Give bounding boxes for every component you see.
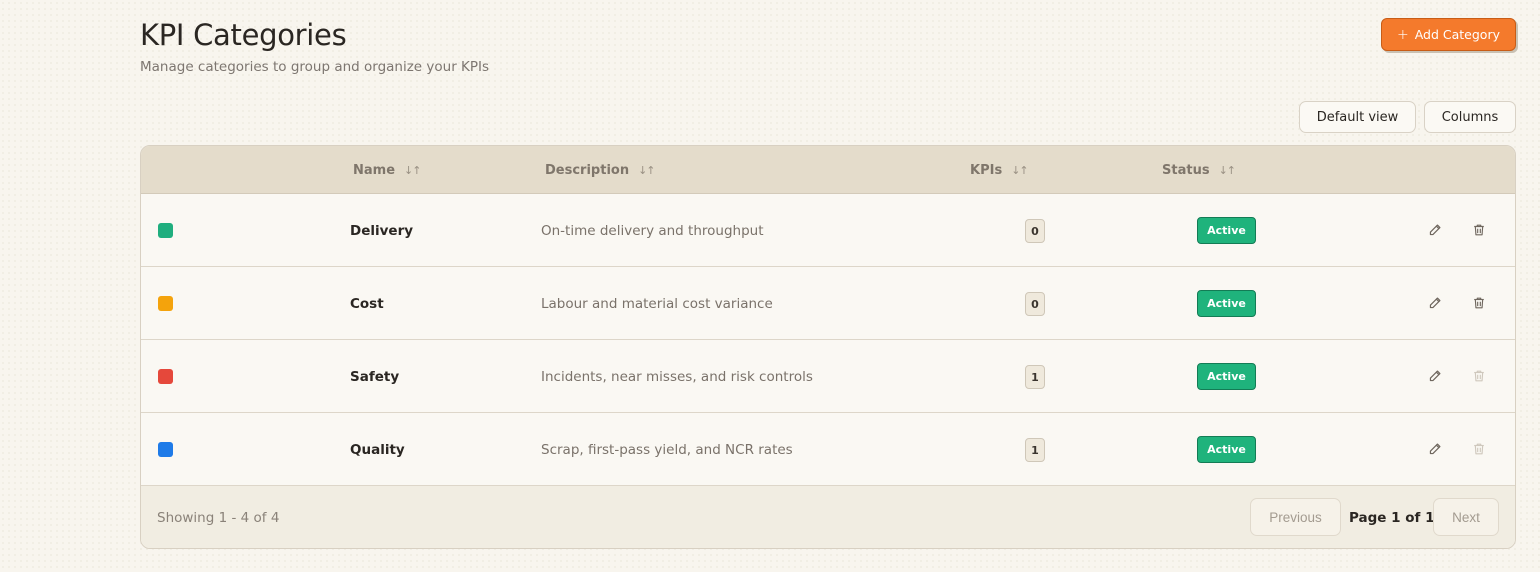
table-header: Name ↓↑ Description ↓↑ KPIs ↓↑ Status ↓↑ <box>141 146 1515 194</box>
column-header-description[interactable]: Description ↓↑ <box>545 146 656 194</box>
table-row: Delivery On-time delivery and throughput 0… <box>141 194 1515 267</box>
kpi-count-badge: 0 <box>1025 219 1045 243</box>
column-header-name-label: Name <box>353 162 396 178</box>
add-category-button[interactable]: + Add Category <box>1381 18 1516 51</box>
column-header-status[interactable]: Status ↓↑ <box>1162 146 1236 194</box>
trash-icon[interactable] <box>1469 220 1489 240</box>
category-description: On-time delivery and throughput <box>541 222 764 239</box>
category-name: Safety <box>350 368 400 385</box>
plus-icon: + <box>1396 26 1409 43</box>
page-indicator: Page 1 of 1 <box>1349 510 1435 526</box>
status-badge: Active <box>1197 363 1256 390</box>
column-header-description-label: Description <box>545 162 630 178</box>
sort-icon: ↓↑ <box>1218 163 1236 177</box>
table-row: Cost Labour and material cost variance 0 Ac… <box>141 267 1515 340</box>
sort-icon: ↓↑ <box>638 163 655 177</box>
category-description: Labour and material cost variance <box>541 295 773 312</box>
kpi-count-badge: 1 <box>1025 438 1045 462</box>
pencil-icon[interactable] <box>1425 293 1445 313</box>
trash-icon <box>1469 439 1489 459</box>
category-name: Quality <box>350 441 405 458</box>
category-name: Delivery <box>350 222 414 239</box>
kpi-count-badge: 0 <box>1025 292 1045 316</box>
table-body: Delivery On-time delivery and throughput 0… <box>141 194 1515 486</box>
page-title: KPI Categories <box>140 18 347 52</box>
kpi-count-badge: 1 <box>1025 365 1045 389</box>
column-header-status-label: Status <box>1162 162 1210 178</box>
category-name: Cost <box>350 295 384 312</box>
status-badge: Active <box>1197 217 1256 244</box>
previous-page-button[interactable]: Previous <box>1250 498 1341 536</box>
pencil-icon[interactable] <box>1425 366 1445 386</box>
status-badge: Active <box>1197 436 1256 463</box>
category-color-swatch <box>158 223 173 238</box>
sort-icon: ↓↑ <box>1011 163 1028 177</box>
pencil-icon[interactable] <box>1425 439 1445 459</box>
add-category-label: Add Category <box>1414 27 1500 42</box>
table-row: Safety Incidents, near misses, and risk c… <box>141 340 1515 413</box>
category-color-swatch <box>158 369 173 384</box>
category-color-swatch <box>158 296 173 311</box>
column-header-kpis[interactable]: KPIs ↓↑ <box>970 146 1029 194</box>
category-description: Incidents, near misses, and risk control… <box>541 368 813 385</box>
pencil-icon[interactable] <box>1425 220 1445 240</box>
trash-icon <box>1469 366 1489 386</box>
column-header-kpis-label: KPIs <box>970 162 1003 178</box>
category-color-swatch <box>158 442 173 457</box>
next-page-button[interactable]: Next <box>1433 498 1499 536</box>
showing-count: Showing 1 - 4 of 4 <box>157 510 280 526</box>
trash-icon[interactable] <box>1469 293 1489 313</box>
page-subtitle: Manage categories to group and organize … <box>140 59 490 75</box>
table-row: Quality Scrap, first-pass yield, and NCR … <box>141 413 1515 486</box>
status-badge: Active <box>1197 290 1256 317</box>
default-view-button[interactable]: Default view <box>1299 101 1416 133</box>
column-header-name[interactable]: Name ↓↑ <box>353 146 421 194</box>
category-description: Scrap, first-pass yield, and NCR rates <box>541 441 793 458</box>
categories-table: Name ↓↑ Description ↓↑ KPIs ↓↑ Status ↓↑… <box>140 145 1516 549</box>
columns-button[interactable]: Columns <box>1424 101 1516 133</box>
sort-icon: ↓↑ <box>404 163 421 177</box>
table-footer: Showing 1 - 4 of 4 Previous Page 1 of 1 … <box>141 486 1515 548</box>
